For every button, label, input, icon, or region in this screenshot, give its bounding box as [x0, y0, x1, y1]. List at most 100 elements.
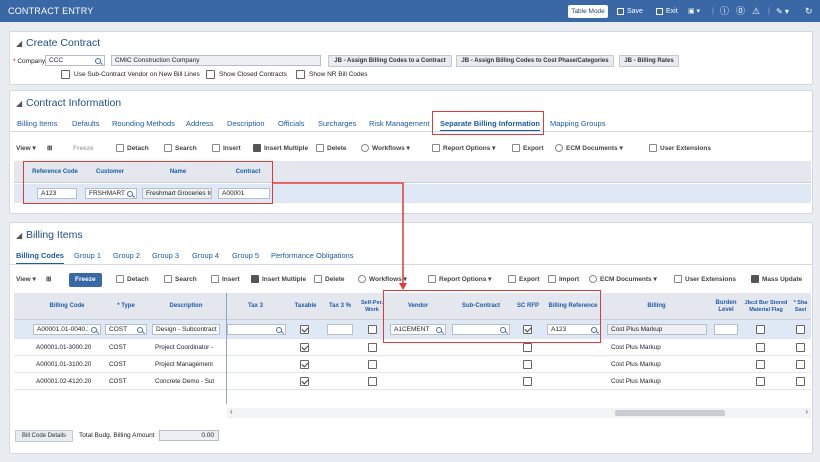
- warning-icon[interactable]: ⚠: [752, 5, 760, 18]
- insert-multiple-button[interactable]: Insert Multiple: [253, 142, 308, 156]
- description-input[interactable]: Design - Subcontract: [152, 324, 220, 335]
- edit-icon[interactable]: ✎ ▾: [776, 5, 789, 18]
- column-sub-contract[interactable]: Sub-Contract: [449, 293, 513, 320]
- table-mode-button[interactable]: Table Mode: [568, 5, 608, 18]
- column-self-perf-work[interactable]: Self-Per. Work: [357, 293, 387, 320]
- tax3-input[interactable]: [227, 324, 286, 335]
- column-customer[interactable]: Customer: [80, 161, 140, 183]
- assign-cost-phase-button[interactable]: JB - Assign Billing Codes to Cost Phase/…: [456, 55, 614, 67]
- customer-input[interactable]: FRSHMART: [85, 188, 137, 199]
- user-extensions-button[interactable]: User Extensions: [649, 142, 711, 156]
- user-extensions-button[interactable]: User Extensions: [674, 273, 736, 287]
- freeze-button[interactable]: Freeze: [69, 273, 102, 287]
- tab-rounding-methods[interactable]: Rounding Methods: [112, 119, 175, 128]
- self-perf-checkbox[interactable]: [368, 325, 377, 334]
- self-perf-checkbox[interactable]: [368, 343, 377, 352]
- tab-description[interactable]: Description: [227, 119, 265, 128]
- taxable-checkbox[interactable]: [300, 360, 309, 369]
- search-icon[interactable]: [91, 327, 97, 333]
- workflows-button[interactable]: Workflows ▾: [361, 142, 410, 156]
- report-options-button[interactable]: Report Options ▾: [428, 273, 491, 287]
- search-icon[interactable]: [95, 58, 101, 64]
- save-button[interactable]: Save: [617, 5, 643, 18]
- share-savings-checkbox[interactable]: [796, 360, 805, 369]
- ecm-documents-button[interactable]: ECM Documents ▾: [555, 142, 623, 156]
- burden-level-input[interactable]: [714, 324, 738, 335]
- tab-defaults[interactable]: Defaults: [72, 119, 100, 128]
- insert-multiple-button[interactable]: Insert Multiple: [251, 273, 306, 287]
- info-icon[interactable]: ⓘ: [720, 5, 729, 18]
- type-input[interactable]: COST: [105, 324, 147, 335]
- column-type[interactable]: * Type: [102, 293, 150, 320]
- billing-code-input[interactable]: A00001.01-0040.:: [33, 324, 101, 335]
- table-row[interactable]: A123 FRSHMART Freshmart Groceries Inc A0…: [14, 184, 811, 203]
- tab-address[interactable]: Address: [186, 119, 214, 128]
- search-icon[interactable]: [591, 327, 597, 333]
- mass-update-button[interactable]: Mass Update: [751, 273, 802, 287]
- vendor-input[interactable]: A1CEMENT: [390, 324, 446, 335]
- insert-button[interactable]: Insert: [212, 142, 241, 156]
- billing-reference-input[interactable]: A123: [547, 324, 601, 335]
- scrollbar-thumb[interactable]: [615, 410, 725, 416]
- export-button[interactable]: Export: [508, 273, 540, 287]
- tab-mapping-groups[interactable]: Mapping Groups: [550, 119, 605, 128]
- tab-performance-obligations[interactable]: Performance Obligations: [271, 251, 354, 260]
- tab-group-1[interactable]: Group 1: [74, 251, 101, 260]
- search-icon[interactable]: [127, 191, 133, 197]
- search-icon[interactable]: [436, 327, 442, 333]
- self-perf-checkbox[interactable]: [368, 377, 377, 386]
- column-share-savings[interactable]: * Sha Savi: [790, 293, 811, 320]
- tab-surcharges[interactable]: Surcharges: [318, 119, 356, 128]
- column-billing[interactable]: Billing: [603, 293, 710, 320]
- column-vendor[interactable]: Vendor: [387, 293, 449, 320]
- sc-rfp-checkbox[interactable]: [523, 360, 532, 369]
- taxable-checkbox[interactable]: [300, 377, 309, 386]
- grid-settings-icon[interactable]: ⊞: [46, 273, 51, 287]
- insert-button[interactable]: Insert: [211, 273, 240, 287]
- notes-icon[interactable]: ▣ ▾: [688, 5, 700, 18]
- table-row[interactable]: A00001.01-3000.20 COST Project Coordinat…: [14, 339, 811, 356]
- search-button[interactable]: Search: [164, 273, 197, 287]
- help-icon[interactable]: ⓪: [736, 5, 745, 18]
- contract-input[interactable]: A00001: [218, 188, 270, 199]
- search-icon[interactable]: [276, 327, 282, 333]
- sc-rfp-checkbox[interactable]: [523, 377, 532, 386]
- tab-group-3[interactable]: Group 3: [152, 251, 179, 260]
- billing-rates-button[interactable]: JB - Billing Rates: [619, 55, 679, 67]
- show-closed-checkbox[interactable]: [206, 70, 215, 79]
- jbcd-checkbox[interactable]: [756, 343, 765, 352]
- import-button[interactable]: Import: [548, 273, 579, 287]
- reference-code-input[interactable]: A123: [37, 188, 77, 199]
- self-perf-checkbox[interactable]: [368, 360, 377, 369]
- delete-button[interactable]: Delete: [316, 142, 347, 156]
- scroll-right-icon[interactable]: ›: [805, 407, 808, 416]
- table-row[interactable]: A00001.01-0040.: COST Design - Subcontra…: [14, 320, 811, 339]
- taxable-checkbox[interactable]: [300, 343, 309, 352]
- tab-billing-items[interactable]: Billing Items: [17, 119, 57, 128]
- detach-button[interactable]: Detach: [116, 142, 149, 156]
- grid-settings-icon[interactable]: ⊞: [47, 142, 52, 156]
- refresh-icon[interactable]: ↻: [805, 5, 813, 18]
- tax3-pct-input[interactable]: [327, 324, 353, 335]
- tab-group-2[interactable]: Group 2: [113, 251, 140, 260]
- jbcd-checkbox[interactable]: [756, 325, 765, 334]
- column-tax3[interactable]: Tax 3: [223, 293, 288, 320]
- column-billing-code[interactable]: Billing Code: [32, 293, 102, 320]
- column-reference-code[interactable]: Reference Code: [32, 161, 78, 183]
- sc-rfp-checkbox[interactable]: [523, 343, 532, 352]
- table-row[interactable]: A00001.01-3100.20 COST Project Managemen…: [14, 356, 811, 373]
- collapse-icon[interactable]: ◢: [16, 39, 22, 48]
- assign-billing-codes-button[interactable]: JB - Assign Billing Codes to a Contract: [328, 55, 452, 67]
- table-row[interactable]: A00001.02-4120.20 COST Concrete Demo - S…: [14, 373, 811, 390]
- tab-officials[interactable]: Officials: [278, 119, 305, 128]
- delete-button[interactable]: Delete: [314, 273, 345, 287]
- collapse-icon[interactable]: ◢: [16, 99, 22, 108]
- exit-button[interactable]: Exit: [656, 5, 678, 18]
- ecm-documents-button[interactable]: ECM Documents ▾: [589, 273, 657, 287]
- search-icon[interactable]: [500, 327, 506, 333]
- jbcd-checkbox[interactable]: [756, 360, 765, 369]
- share-savings-checkbox[interactable]: [796, 325, 805, 334]
- column-sc-rfp[interactable]: SC RFP: [513, 293, 543, 320]
- jbcd-checkbox[interactable]: [756, 377, 765, 386]
- sc-rfp-checkbox[interactable]: [523, 325, 532, 334]
